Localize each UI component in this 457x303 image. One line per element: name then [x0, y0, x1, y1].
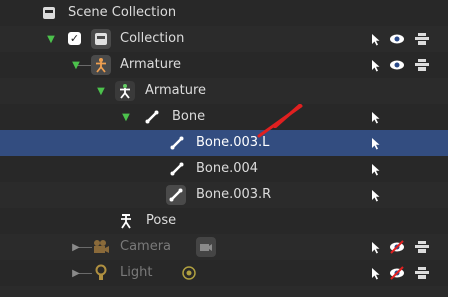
hidden-eye-icon[interactable]	[389, 265, 405, 281]
camera-row[interactable]: ▶ Camera	[0, 234, 448, 260]
bone-004-row[interactable]: Bone.004	[0, 156, 448, 182]
light-object-icon	[93, 263, 109, 283]
camera-data-icon	[196, 237, 216, 257]
bone-label: Bone	[172, 109, 206, 124]
select-cursor-icon[interactable]	[368, 109, 384, 125]
outliner-panel: Scene Collection ▼ ✓ Collection ▼ Armatu…	[0, 0, 448, 297]
scene-collection-label: Scene Collection	[68, 5, 177, 20]
expand-arrow-icon[interactable]: ▼	[95, 85, 107, 97]
annotation-mark	[255, 104, 303, 138]
light-label: Light	[120, 265, 153, 280]
camera-label: Camera	[120, 239, 172, 254]
exclude-checkbox[interactable]: ✓	[68, 32, 81, 45]
armature-object-icon	[91, 55, 111, 75]
select-cursor-icon[interactable]	[368, 187, 384, 203]
select-cursor-icon[interactable]	[368, 57, 384, 73]
hidden-eye-icon[interactable]	[389, 239, 405, 255]
render-camera-icon[interactable]	[414, 239, 430, 255]
bone-icon	[168, 134, 186, 152]
select-cursor-icon[interactable]	[368, 265, 384, 281]
collection-label: Collection	[120, 31, 185, 46]
scene-collection-row[interactable]: Scene Collection	[0, 0, 448, 26]
light-data-icon	[180, 264, 198, 282]
select-cursor-icon[interactable]	[368, 135, 384, 151]
select-cursor-icon[interactable]	[368, 161, 384, 177]
bone-icon	[168, 160, 186, 178]
bone-icon	[143, 108, 161, 126]
armature-object-label: Armature	[120, 57, 182, 72]
pose-label: Pose	[146, 213, 177, 228]
camera-object-icon	[91, 237, 111, 257]
armature-data-icon	[115, 81, 135, 101]
armature-object-row[interactable]: ▼ Armature	[0, 52, 448, 78]
bone-003-l-row[interactable]: Bone.003.L	[0, 104, 448, 156]
render-camera-icon[interactable]	[414, 265, 430, 281]
visibility-eye-icon[interactable]	[389, 31, 405, 47]
expand-arrow-icon[interactable]: ▼	[120, 111, 132, 123]
empty-row	[0, 286, 448, 297]
render-camera-icon[interactable]	[414, 31, 430, 47]
expand-arrow-icon[interactable]: ▼	[45, 33, 57, 45]
collection-icon	[91, 29, 111, 49]
bone-icon	[166, 185, 186, 205]
expand-arrow-icon[interactable]: ▶	[70, 267, 82, 279]
visibility-eye-icon[interactable]	[389, 57, 405, 73]
bone-row[interactable]: ▼ Bone	[0, 104, 448, 130]
render-camera-icon[interactable]	[414, 57, 430, 73]
bone-003-r-row[interactable]: Bone.003.R	[0, 182, 448, 208]
collection-row[interactable]: ▼ ✓ Collection	[0, 26, 448, 52]
pose-row[interactable]: Pose	[0, 208, 448, 234]
expand-arrow-icon[interactable]: ▶	[70, 241, 82, 253]
expand-arrow-icon[interactable]: ▼	[70, 59, 82, 71]
bone-004-label: Bone.004	[196, 161, 259, 176]
armature-data-label: Armature	[145, 83, 207, 98]
scene-collection-icon	[42, 6, 56, 20]
pose-icon	[117, 212, 135, 230]
select-cursor-icon[interactable]	[368, 239, 384, 255]
select-cursor-icon[interactable]	[368, 31, 384, 47]
armature-data-row[interactable]: ▼ Armature	[0, 78, 448, 104]
bone-003-r-label: Bone.003.R	[196, 187, 272, 202]
light-row[interactable]: ▶ Light	[0, 260, 448, 286]
